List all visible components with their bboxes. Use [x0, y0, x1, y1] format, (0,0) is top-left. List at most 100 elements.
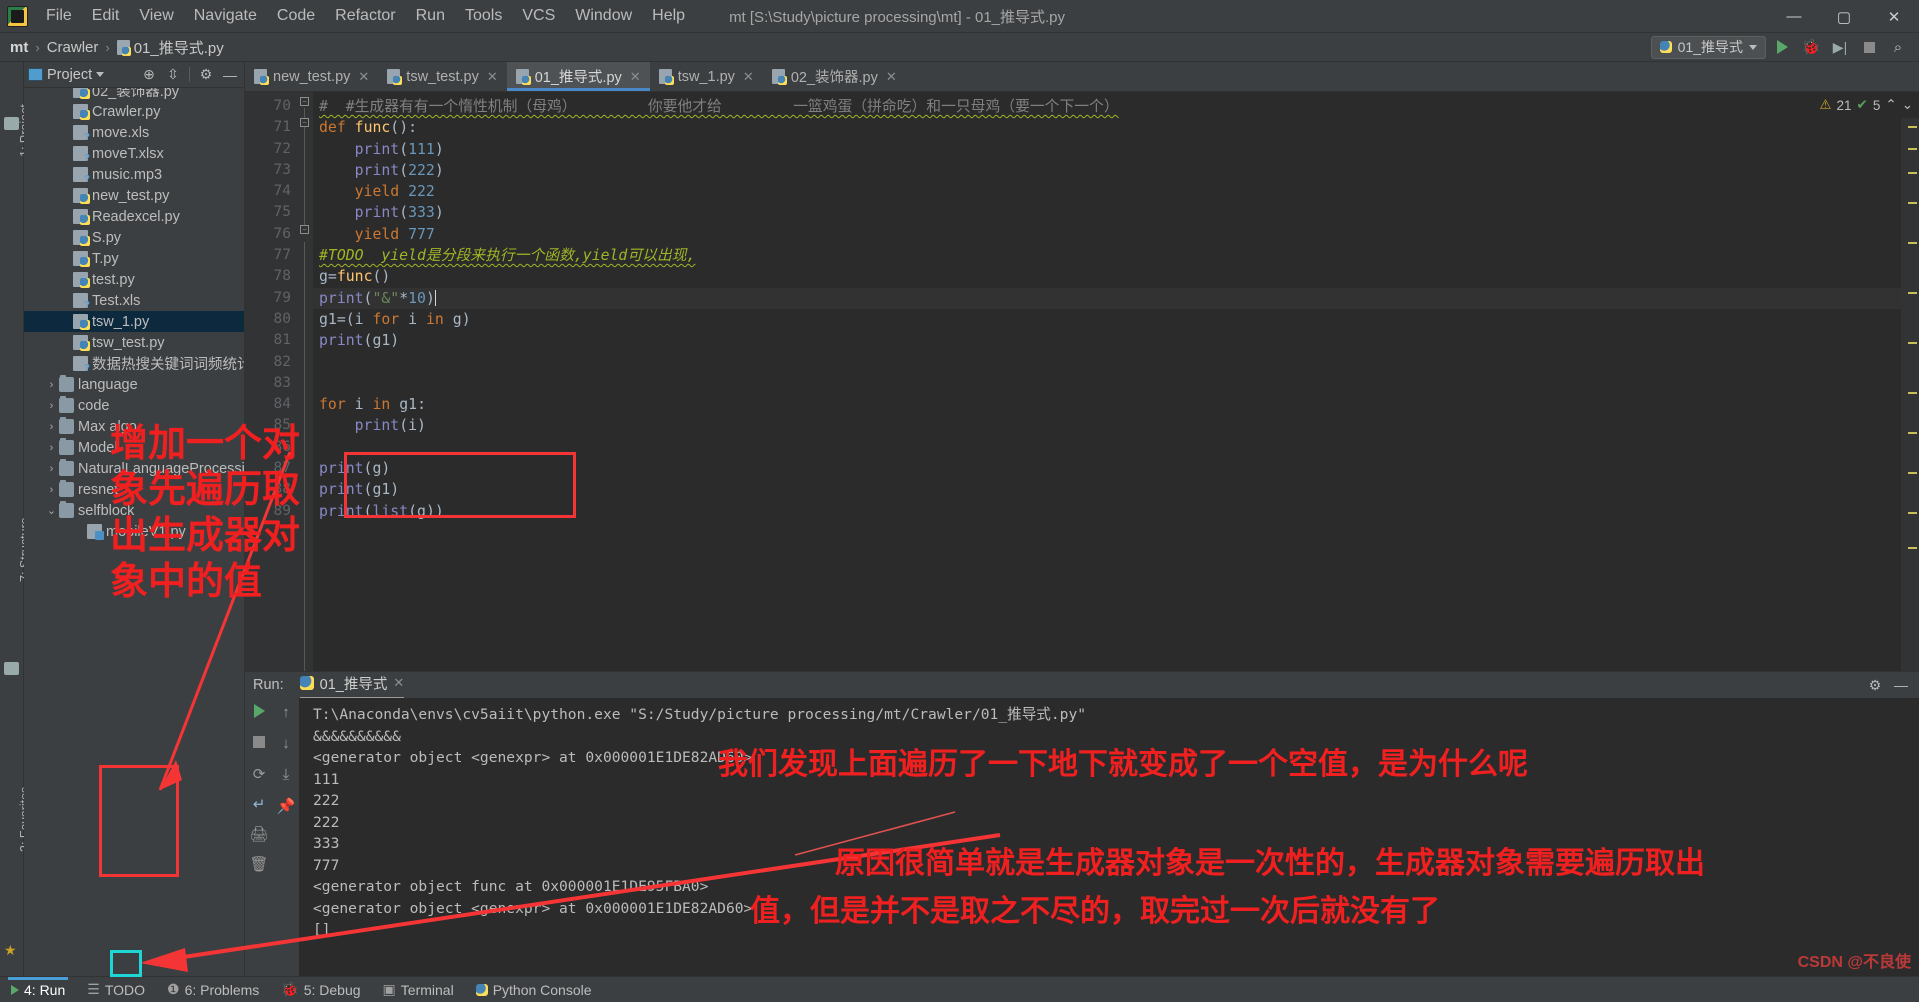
code-line[interactable]: print(list(g)): [313, 501, 1919, 522]
menu-help[interactable]: Help: [642, 3, 695, 29]
code-line[interactable]: print(g): [313, 458, 1919, 479]
scroll-down-button[interactable]: ↓: [282, 735, 290, 752]
tree-item[interactable]: Readexcel.py: [24, 206, 244, 227]
tree-item[interactable]: tsw_test.py: [24, 332, 244, 353]
editor-tab-tsw_1[interactable]: tsw_1.py ✕: [650, 62, 763, 91]
inspection-mark[interactable]: [1908, 126, 1917, 128]
code-line[interactable]: print("&"*10): [313, 287, 1919, 309]
inspection-mark[interactable]: [1908, 292, 1917, 294]
status-item-run[interactable]: 4: Run: [0, 976, 76, 1002]
menu-file[interactable]: File: [36, 3, 82, 29]
tree-item[interactable]: › Max algo: [24, 416, 244, 437]
inspection-mark[interactable]: [1908, 547, 1917, 549]
menu-code[interactable]: Code: [267, 3, 325, 29]
menu-edit[interactable]: Edit: [82, 3, 130, 29]
chevron-up-icon[interactable]: ⌃: [1885, 97, 1896, 113]
menu-vcs[interactable]: VCS: [512, 3, 565, 29]
tree-item[interactable]: move.xls: [24, 122, 244, 143]
tree-item[interactable]: ⌄ selfblock: [24, 500, 244, 521]
close-icon[interactable]: ✕: [393, 675, 404, 691]
inspection-gutter[interactable]: [1901, 92, 1919, 671]
run-settings-button[interactable]: ⚙: [1865, 675, 1885, 695]
status-item-problems[interactable]: ❶ 6: Problems: [156, 977, 270, 1002]
status-item-todo[interactable]: ☰ TODO: [76, 977, 156, 1002]
inspection-mark[interactable]: [1908, 512, 1917, 514]
fold-gutter[interactable]: − − −: [297, 92, 313, 671]
rerun-button[interactable]: [253, 704, 265, 723]
maximize-button[interactable]: ▢: [1819, 0, 1869, 33]
stop-button[interactable]: [1856, 35, 1882, 59]
run-tab[interactable]: 01_推导式 ✕: [299, 673, 404, 699]
toggle-wrap-button[interactable]: ↵: [253, 795, 266, 813]
run-button[interactable]: [1769, 35, 1795, 59]
inspection-mark[interactable]: [1908, 202, 1917, 204]
inspection-summary[interactable]: ⚠ 21 ✔ 5 ⌃ ⌄: [1813, 92, 1919, 118]
editor-tab-02-zhuangshiqi[interactable]: 02_装饰器.py ✕: [763, 62, 906, 91]
code-line[interactable]: print(g1): [313, 479, 1919, 500]
close-icon[interactable]: ✕: [886, 69, 897, 85]
tree-expand-arrow-icon[interactable]: ›: [44, 400, 59, 412]
code-editor[interactable]: 70 71 72 73 74 75 76 77 78 79 80 81 82 83 84 85 86 87 88 89…: [245, 92, 1919, 671]
inspection-mark[interactable]: [1908, 342, 1917, 344]
close-icon[interactable]: ✕: [487, 69, 498, 85]
code-line[interactable]: # #生成器有有一个惰性机制（母鸡） 你要他才给 一篮鸡蛋（拼命吃）和一只母鸡（…: [313, 96, 1919, 117]
editor-tab-tsw_test[interactable]: tsw_test.py ✕: [378, 62, 506, 91]
inspection-mark[interactable]: [1908, 392, 1917, 394]
status-item-debug[interactable]: 🐞 5: Debug: [270, 977, 371, 1002]
status-item-python-console[interactable]: Python Console: [465, 977, 603, 1002]
code-line[interactable]: g1=(i for i in g): [313, 309, 1919, 330]
project-settings-button[interactable]: ⚙: [196, 65, 216, 85]
code-line[interactable]: yield 222: [313, 181, 1919, 202]
tree-item[interactable]: music.mp3: [24, 164, 244, 185]
scroll-up-button[interactable]: ↑: [282, 704, 290, 721]
menu-tools[interactable]: Tools: [455, 3, 512, 29]
editor-tab-new_test[interactable]: new_test.py ✕: [245, 62, 378, 91]
inspection-mark[interactable]: [1908, 432, 1917, 434]
inspection-mark[interactable]: [1908, 472, 1917, 474]
tree-expand-arrow-icon[interactable]: ›: [44, 379, 59, 391]
tree-item[interactable]: S.py: [24, 227, 244, 248]
tree-item[interactable]: mobileV1.py: [24, 521, 244, 542]
code-line[interactable]: print(111): [313, 139, 1919, 160]
tree-item[interactable]: › language: [24, 374, 244, 395]
inspection-mark[interactable]: [1908, 148, 1917, 150]
tree-item[interactable]: moveT.xlsx: [24, 143, 244, 164]
tree-item[interactable]: 数据热搜关键词词频统计.c: [24, 353, 244, 374]
inspection-mark[interactable]: [1908, 242, 1917, 244]
code-line[interactable]: [313, 437, 1919, 458]
tree-expand-arrow-icon[interactable]: ›: [44, 442, 59, 454]
run-console-output[interactable]: T:\Anaconda\envs\cv5aiit\python.exe "S:/…: [299, 698, 1919, 976]
pin-button[interactable]: 📌: [277, 797, 296, 815]
debug-button[interactable]: 🐞: [1798, 35, 1824, 59]
code-line[interactable]: [313, 352, 1919, 373]
code-line[interactable]: print(g1): [313, 330, 1919, 351]
tree-item[interactable]: test.py: [24, 269, 244, 290]
menu-navigate[interactable]: Navigate: [184, 3, 267, 29]
scroll-to-end-button[interactable]: ⤓: [283, 766, 290, 783]
tree-item[interactable]: › resnet: [24, 479, 244, 500]
close-icon[interactable]: ✕: [358, 69, 369, 85]
tree-item[interactable]: › NaturalLanguageProcessiong: [24, 458, 244, 479]
tree-item[interactable]: tsw_1.py: [24, 311, 244, 332]
tree-item[interactable]: Crawler.py: [24, 101, 244, 122]
clear-all-button[interactable]: 🗑: [249, 855, 268, 873]
hide-panel-button[interactable]: —: [220, 65, 240, 85]
project-file-tree[interactable]: 02_装饰器.py Crawler.py move.xls moveT.xlsx mus…: [24, 88, 244, 976]
tree-expand-arrow-icon[interactable]: ⌄: [44, 504, 59, 517]
code-line[interactable]: yield 777: [313, 224, 1919, 245]
code-line[interactable]: g=func(): [313, 266, 1919, 287]
fold-marker-icon[interactable]: −: [300, 118, 309, 127]
tree-expand-arrow-icon[interactable]: ›: [44, 421, 59, 433]
menu-run[interactable]: Run: [406, 3, 455, 29]
status-item-terminal[interactable]: ▣ Terminal: [372, 977, 465, 1002]
breadcrumb-item-file[interactable]: 01_推导式.py: [116, 37, 224, 58]
tree-item[interactable]: 02_装饰器.py: [24, 88, 244, 101]
code-line[interactable]: [313, 373, 1919, 394]
fold-marker-icon[interactable]: −: [300, 225, 309, 234]
tree-item[interactable]: › Model: [24, 437, 244, 458]
run-configuration-selector[interactable]: 01_推导式: [1650, 35, 1766, 59]
minimize-button[interactable]: —: [1769, 0, 1819, 33]
breadcrumb-item-mt[interactable]: mt: [10, 39, 28, 56]
editor-tab-01-tuidaoshi[interactable]: 01_推导式.py ✕: [506, 62, 650, 91]
search-everywhere-button[interactable]: ⌕: [1885, 35, 1911, 59]
